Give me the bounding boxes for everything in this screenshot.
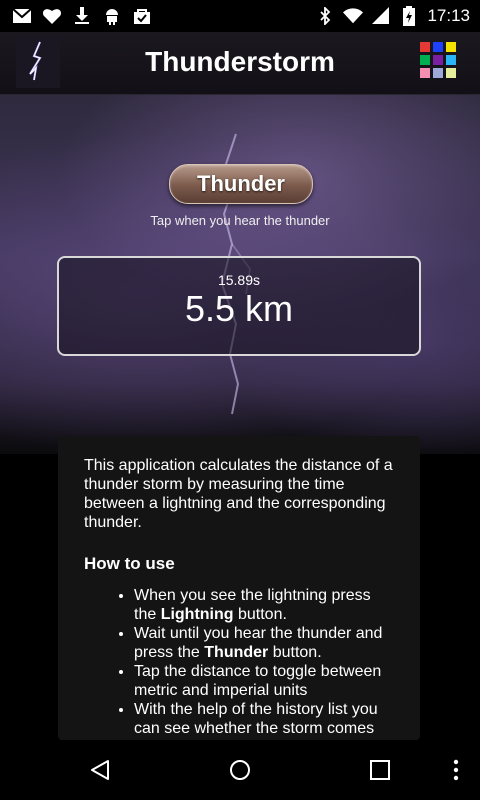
list-item: Wait until you hear the thunder and pres… <box>134 624 394 662</box>
intro-text: This application calculates the distance… <box>84 457 393 531</box>
how-to-title: How to use <box>84 554 175 573</box>
color-swatch <box>420 42 430 52</box>
recents-icon[interactable] <box>360 750 400 790</box>
navigation-bar <box>0 740 480 800</box>
color-swatch <box>420 68 430 78</box>
wifi-icon <box>343 6 364 26</box>
list-item: With the help of the history list you ca… <box>134 700 394 738</box>
download-icon <box>72 6 92 26</box>
color-grid-icon[interactable] <box>420 42 460 82</box>
status-bar: 17:13 <box>0 0 480 32</box>
overflow-menu-icon[interactable] <box>436 750 476 790</box>
color-swatch <box>420 55 430 65</box>
thunder-button[interactable]: Thunder <box>169 164 313 204</box>
app-title: Thunderstorm <box>145 46 335 77</box>
color-swatch <box>433 55 443 65</box>
color-swatch <box>433 42 443 52</box>
color-swatch <box>446 55 456 65</box>
bag-icon <box>132 6 152 26</box>
bluetooth-icon <box>315 6 335 26</box>
clock: 17:13 <box>427 6 470 25</box>
heart-icon <box>42 6 62 26</box>
signal-icon <box>371 6 391 26</box>
color-swatch <box>446 42 456 52</box>
elapsed-time: 15.89s <box>217 272 261 288</box>
list-item: Tap the distance to toggle between metri… <box>134 662 394 700</box>
distance-display[interactable]: 15.89s 5.5 km <box>57 256 421 356</box>
info-card: This application calculates the distance… <box>58 436 420 740</box>
home-icon[interactable] <box>220 750 260 790</box>
color-swatch <box>446 68 456 78</box>
android-icon <box>102 6 122 26</box>
battery-icon <box>399 6 419 26</box>
gmail-icon <box>12 6 32 26</box>
steps-list: When you see the lightning press the Lig… <box>84 586 394 738</box>
back-icon[interactable] <box>80 750 120 790</box>
list-item: When you see the lightning press the Lig… <box>134 586 394 624</box>
action-bar: Thunderstorm <box>0 32 480 95</box>
color-swatch <box>433 68 443 78</box>
thunder-hint: Tap when you hear the thunder <box>150 213 330 228</box>
distance-value[interactable]: 5.5 km <box>59 288 419 330</box>
